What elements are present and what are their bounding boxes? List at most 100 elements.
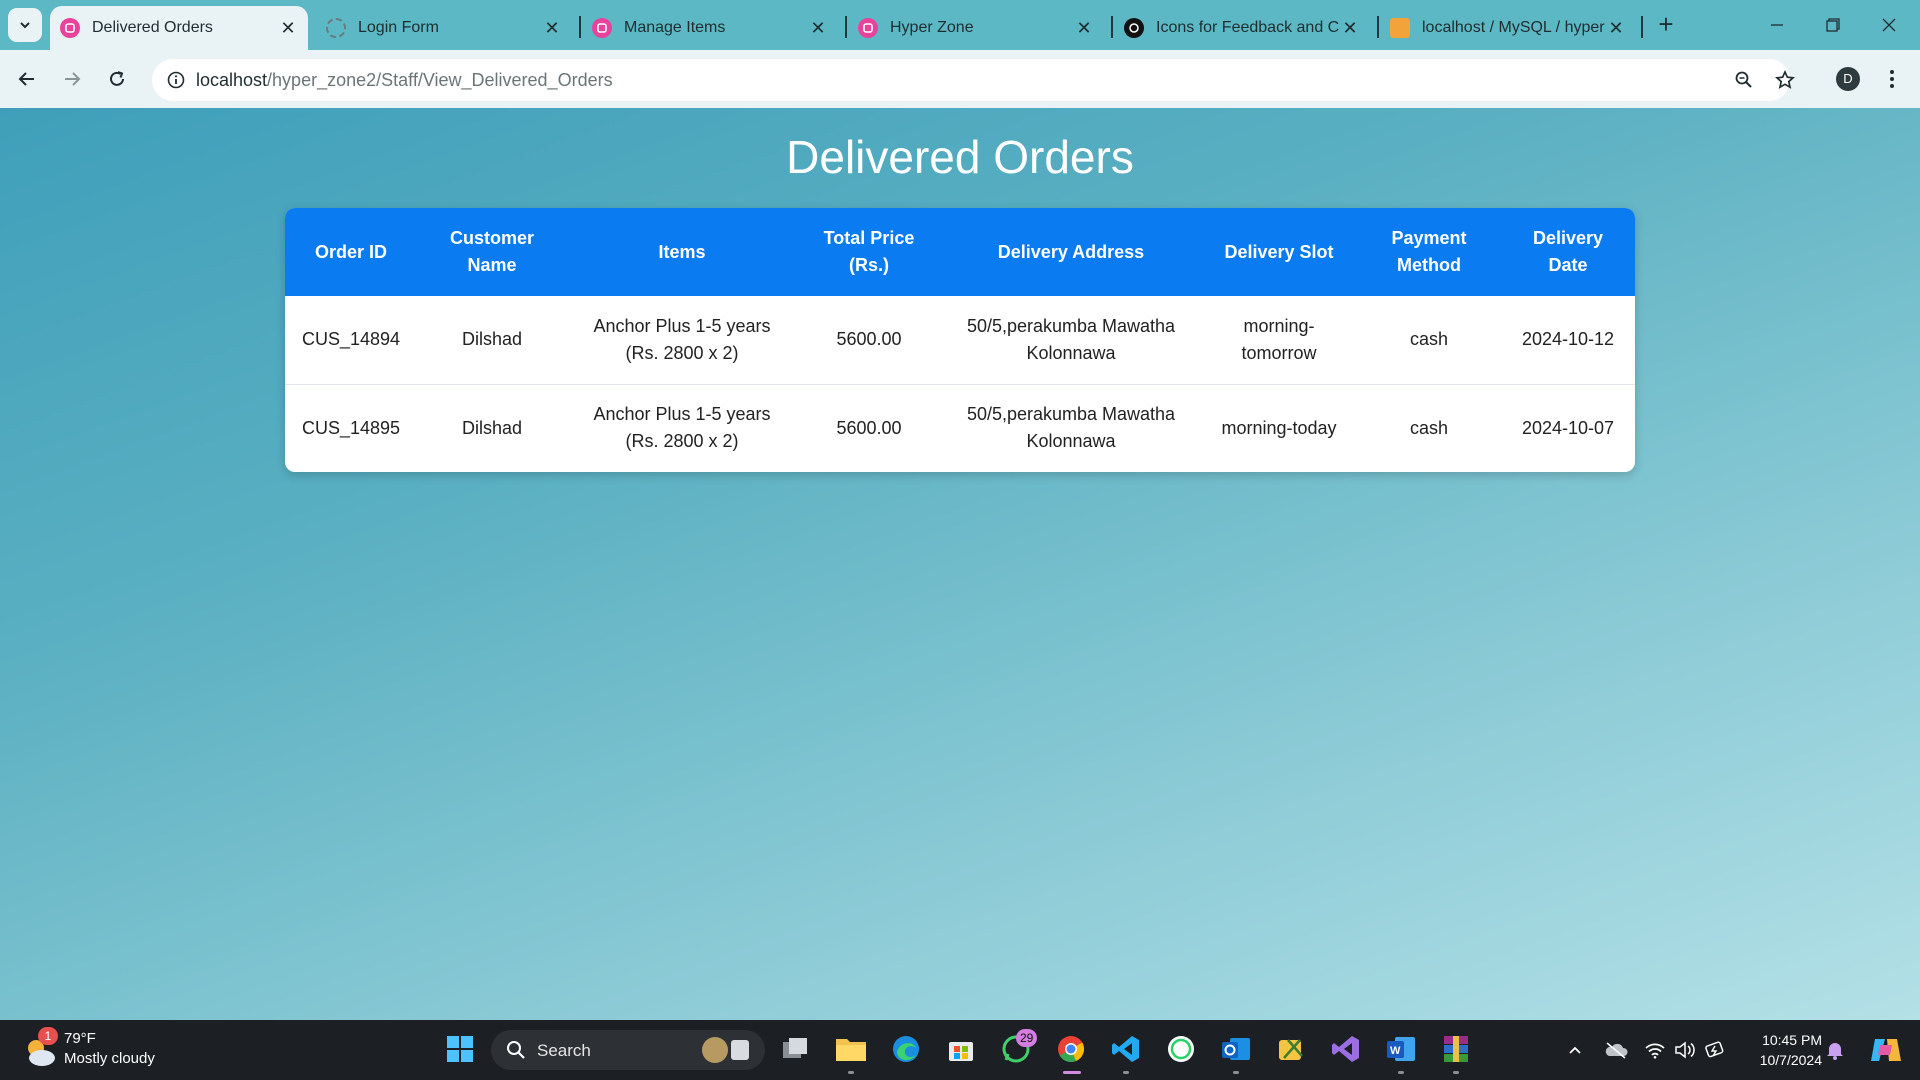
battery-icon[interactable] bbox=[1703, 1038, 1727, 1062]
openai-icon bbox=[1124, 18, 1144, 38]
snipping-tool-button[interactable] bbox=[1275, 1033, 1307, 1065]
address-bar[interactable]: localhost/hyper_zone2/Staff/View_Deliver… bbox=[152, 59, 1795, 101]
browser-tab-strip: Delivered Orders ✕ Login Form ✕ Manage I… bbox=[0, 0, 1920, 50]
tab-phpmyadmin[interactable]: localhost / MySQL / hyper ✕ bbox=[1380, 6, 1636, 50]
winrar-button[interactable] bbox=[1440, 1033, 1472, 1065]
arrow-left-icon bbox=[18, 72, 34, 86]
visual-studio-button[interactable] bbox=[1330, 1033, 1362, 1065]
tab-hyper-zone[interactable]: Hyper Zone ✕ bbox=[848, 6, 1104, 50]
search-icon bbox=[507, 1041, 525, 1059]
volume-icon[interactable] bbox=[1673, 1038, 1697, 1062]
tab-title: Icons for Feedback and Co bbox=[1156, 19, 1340, 36]
table-row: CUS_14895 Dilshad Anchor Plus 1-5 years … bbox=[285, 384, 1635, 472]
tab-search-button[interactable] bbox=[8, 8, 42, 42]
minimize-icon bbox=[1771, 24, 1783, 26]
delivered-orders-table: Order ID Customer Name Items Total Price… bbox=[285, 208, 1635, 472]
winrar-icon bbox=[1444, 1036, 1468, 1062]
minimize-button[interactable] bbox=[1754, 8, 1800, 42]
vscode-button[interactable] bbox=[1110, 1033, 1142, 1065]
clock-time: 10:45 PM bbox=[1762, 1032, 1822, 1048]
column-header-payment-method: Payment Method bbox=[1391, 228, 1467, 275]
zoom-icon[interactable] bbox=[1732, 68, 1756, 92]
column-header-order-id: Order ID bbox=[314, 241, 388, 262]
close-tab-icon[interactable]: ✕ bbox=[542, 18, 562, 39]
outlook-icon bbox=[1222, 1038, 1250, 1060]
restore-button[interactable] bbox=[1810, 8, 1856, 42]
task-view-button[interactable] bbox=[780, 1033, 812, 1065]
tab-icons-feedback[interactable]: Icons for Feedback and Co ✕ bbox=[1114, 6, 1370, 50]
file-explorer-button[interactable] bbox=[835, 1033, 867, 1065]
close-tab-icon[interactable]: ✕ bbox=[1340, 18, 1360, 39]
close-tab-icon[interactable]: ✕ bbox=[1074, 18, 1094, 39]
total-price-cell: 5600.00 bbox=[836, 417, 902, 438]
back-button[interactable] bbox=[11, 63, 43, 95]
notification-bell-icon[interactable] bbox=[1823, 1038, 1847, 1062]
new-tab-button[interactable]: + bbox=[1651, 10, 1681, 40]
payment-method-cell: cash bbox=[1409, 417, 1449, 438]
svg-text:W: W bbox=[1390, 1045, 1401, 1057]
page-title: Delivered Orders bbox=[786, 131, 1134, 183]
url-path: /hyper_zone2/Staff/View_Delivered_Orders bbox=[267, 70, 613, 90]
edge-icon bbox=[893, 1036, 919, 1062]
weather-alert-badge: 1 bbox=[38, 1027, 58, 1045]
loading-icon bbox=[326, 18, 346, 38]
profile-avatar[interactable]: D bbox=[1836, 67, 1860, 91]
reload-icon bbox=[110, 71, 124, 86]
tab-manage-items[interactable]: Manage Items ✕ bbox=[582, 6, 838, 50]
notification-count-badge: 29 bbox=[1016, 1029, 1038, 1047]
search-highlight-icon bbox=[702, 1037, 749, 1063]
weather-widget[interactable]: 1 79°F Mostly cloudy bbox=[22, 1027, 212, 1072]
column-header-items: Items bbox=[658, 241, 706, 262]
running-indicator bbox=[1453, 1071, 1459, 1074]
system-clock[interactable]: 10:45 PM 10/7/2024 bbox=[1740, 1030, 1822, 1070]
windows-taskbar: 1 79°F Mostly cloudy Search 29 W 10:45 P… bbox=[0, 1020, 1920, 1080]
forward-button[interactable] bbox=[56, 63, 88, 95]
word-button[interactable]: W bbox=[1385, 1033, 1417, 1065]
reload-button[interactable] bbox=[101, 63, 133, 95]
page-viewport: Delivered Orders Order ID Customer Name … bbox=[0, 108, 1920, 1020]
table-row: CUS_14894 Dilshad Anchor Plus 1-5 years … bbox=[285, 296, 1635, 384]
edge-button[interactable] bbox=[890, 1033, 922, 1065]
weather-temperature: 79°F bbox=[64, 1030, 96, 1047]
tab-title: Delivered Orders bbox=[92, 19, 213, 36]
close-tab-icon[interactable]: ✕ bbox=[1606, 18, 1626, 39]
column-header-delivery-date: Delivery Date bbox=[1532, 228, 1604, 275]
microsoft-store-button[interactable] bbox=[945, 1033, 977, 1065]
items-cell: Anchor Plus 1-5 years (Rs. 2800 x 2) bbox=[593, 315, 771, 363]
column-header-delivery-slot: Delivery Slot bbox=[1224, 241, 1334, 262]
close-tab-icon[interactable]: ✕ bbox=[808, 18, 828, 39]
chevron-up-icon bbox=[1569, 1046, 1581, 1054]
outlook-button[interactable] bbox=[1220, 1033, 1252, 1065]
start-button[interactable] bbox=[444, 1033, 476, 1065]
running-indicator bbox=[1398, 1071, 1404, 1074]
restore-icon bbox=[1826, 18, 1840, 32]
tab-login-form[interactable]: Login Form ✕ bbox=[316, 6, 572, 50]
whatsapp-icon bbox=[1168, 1036, 1194, 1062]
taskbar-search[interactable]: Search bbox=[491, 1030, 765, 1070]
chevron-down-icon bbox=[20, 22, 30, 29]
delivery-date-cell: 2024-10-12 bbox=[1521, 329, 1615, 350]
tab-title: Manage Items bbox=[624, 19, 726, 36]
onedrive-icon[interactable] bbox=[1604, 1038, 1628, 1062]
whatsapp-button[interactable] bbox=[1165, 1033, 1197, 1065]
show-hidden-icons-button[interactable] bbox=[1563, 1038, 1587, 1062]
bookmark-star-icon[interactable] bbox=[1773, 68, 1797, 92]
copilot-icon[interactable] bbox=[1868, 1038, 1904, 1062]
running-indicator bbox=[1123, 1071, 1129, 1074]
site-info-icon[interactable] bbox=[164, 68, 188, 92]
close-window-button[interactable] bbox=[1866, 8, 1912, 42]
snipping-tool-icon bbox=[1279, 1039, 1303, 1060]
delivery-date-cell: 2024-10-07 bbox=[1521, 417, 1615, 438]
chrome-button[interactable] bbox=[1055, 1033, 1087, 1065]
search-label: Search bbox=[537, 1041, 591, 1060]
folder-icon bbox=[836, 1039, 866, 1061]
column-header-delivery-address: Delivery Address bbox=[997, 241, 1145, 262]
wifi-icon[interactable] bbox=[1643, 1038, 1667, 1062]
close-tab-icon[interactable]: ✕ bbox=[278, 18, 298, 39]
close-icon bbox=[1882, 18, 1896, 32]
store-icon bbox=[949, 1042, 973, 1061]
url-text: localhost/hyper_zone2/Staff/View_Deliver… bbox=[196, 70, 613, 91]
browser-menu-button[interactable] bbox=[1876, 63, 1908, 95]
tab-delivered-orders[interactable]: Delivered Orders ✕ bbox=[50, 6, 308, 50]
hyperzone-icon bbox=[858, 18, 878, 38]
